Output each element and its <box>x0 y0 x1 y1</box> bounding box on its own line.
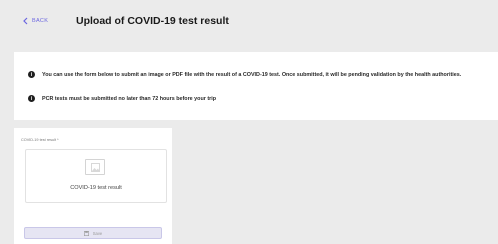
save-button[interactable]: Save <box>24 227 162 239</box>
info-row-pcr: i PCR tests must be submitted no later t… <box>28 95 216 102</box>
upload-form-card: COVID-19 test result * COVID-19 test res… <box>14 128 172 244</box>
info-text-pcr: PCR tests must be submitted no later tha… <box>42 95 217 102</box>
save-icon <box>83 230 89 236</box>
info-text-submission: You can use the form below to submit an … <box>42 71 462 78</box>
page-title: Upload of COVID-19 test result <box>76 15 229 27</box>
upload-label: COVID-19 test result <box>70 185 122 191</box>
info-panel: i You can use the form below to submit a… <box>14 52 498 120</box>
save-label: Save <box>92 230 103 236</box>
back-label: BACK <box>32 18 49 24</box>
file-upload-dropzone[interactable]: COVID-19 test result <box>25 149 167 203</box>
chevron-left-icon <box>23 17 28 25</box>
back-button[interactable]: BACK <box>22 17 48 25</box>
page-header: BACK Upload of COVID-19 test result <box>0 0 498 48</box>
field-label: COVID-19 test result * <box>21 138 59 142</box>
info-row-submission: i You can use the form below to submit a… <box>28 71 461 78</box>
image-icon <box>85 159 105 175</box>
info-icon: i <box>28 95 35 102</box>
info-icon: i <box>28 71 35 78</box>
